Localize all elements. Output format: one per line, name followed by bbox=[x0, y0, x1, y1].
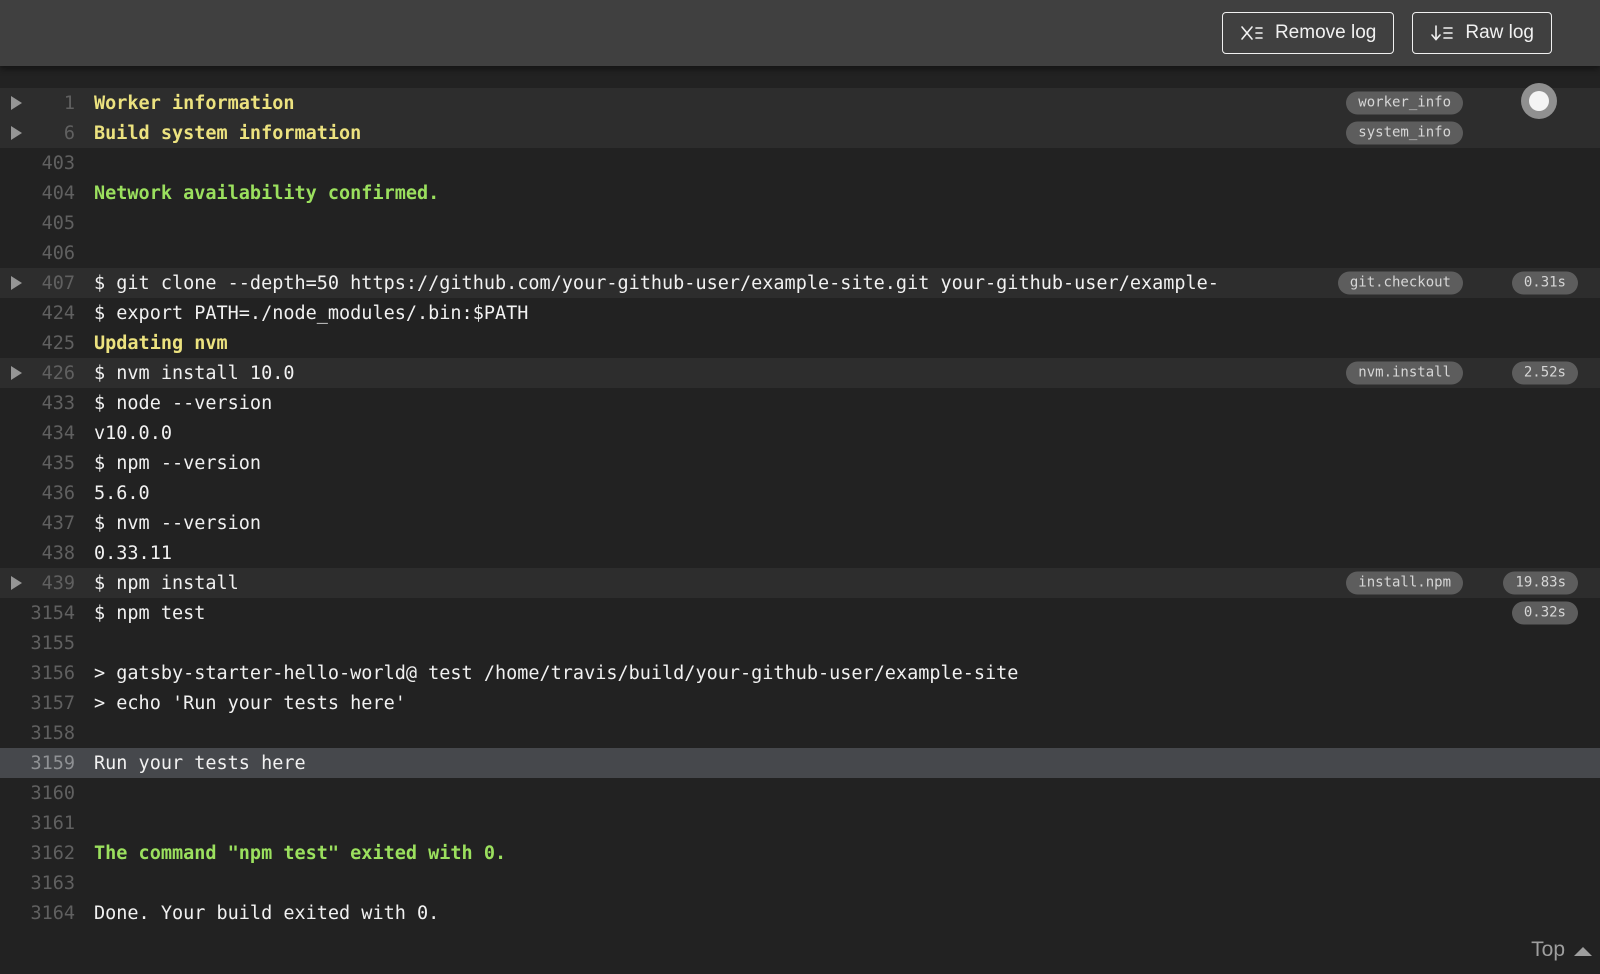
log-text: 5.6.0 bbox=[94, 482, 150, 504]
scroll-position-handle[interactable] bbox=[1521, 83, 1557, 119]
fold-toggle-icon[interactable] bbox=[11, 96, 22, 110]
log-line: 3159 Run your tests here bbox=[0, 748, 1600, 778]
log-line: 403 bbox=[0, 148, 1600, 178]
line-number[interactable]: 406 bbox=[0, 243, 75, 264]
log-line: 438 0.33.11 bbox=[0, 538, 1600, 568]
log-line: 3158 bbox=[0, 718, 1600, 748]
log-line: 3155 bbox=[0, 628, 1600, 658]
line-number[interactable]: 3156 bbox=[0, 663, 75, 684]
log-line: 3163 bbox=[0, 868, 1600, 898]
log-line: 6 Build system information system_info bbox=[0, 118, 1600, 148]
log-text: The command "npm test" exited with 0. bbox=[94, 842, 507, 864]
line-number[interactable]: 436 bbox=[0, 483, 75, 504]
scroll-to-top-link[interactable]: Top bbox=[1531, 938, 1592, 962]
log-line: 3161 bbox=[0, 808, 1600, 838]
log-text: $ export PATH=./node_modules/.bin:$PATH bbox=[94, 302, 529, 324]
step-tag-badge: git.checkout bbox=[1337, 271, 1463, 295]
raw-log-icon bbox=[1430, 24, 1454, 42]
line-number[interactable]: 3164 bbox=[0, 903, 75, 924]
log-text: $ nvm --version bbox=[94, 512, 262, 534]
log-line: 436 5.6.0 bbox=[0, 478, 1600, 508]
line-number[interactable]: 437 bbox=[0, 513, 75, 534]
log-text: $ node --version bbox=[94, 392, 273, 414]
log-text: $ npm test bbox=[94, 602, 206, 624]
fold-toggle-icon[interactable] bbox=[11, 366, 22, 380]
log-lines: 1 Worker information worker_info 6 Build… bbox=[0, 88, 1600, 928]
log-text: Network availability confirmed. bbox=[94, 182, 440, 204]
duration-badge: 2.52s bbox=[1511, 361, 1578, 385]
line-number[interactable]: 434 bbox=[0, 423, 75, 444]
scroll-dot-icon bbox=[1529, 91, 1549, 111]
duration-badge: 0.31s bbox=[1511, 271, 1578, 295]
log-text: Done. Your build exited with 0. bbox=[94, 902, 440, 924]
step-tag-badge: worker_info bbox=[1346, 91, 1463, 115]
log-text: > gatsby-starter-hello-world@ test /home… bbox=[94, 662, 1019, 684]
log-line: 3156 > gatsby-starter-hello-world@ test … bbox=[0, 658, 1600, 688]
fold-toggle-icon[interactable] bbox=[11, 576, 22, 590]
log-text: Run your tests here bbox=[94, 752, 306, 774]
log-line: 3157 > echo 'Run your tests here' bbox=[0, 688, 1600, 718]
line-number[interactable]: 3155 bbox=[0, 633, 75, 654]
log-line: 404 Network availability confirmed. bbox=[0, 178, 1600, 208]
log-line: 1 Worker information worker_info bbox=[0, 88, 1600, 118]
log-text: > echo 'Run your tests here' bbox=[94, 692, 406, 714]
fold-toggle-icon[interactable] bbox=[11, 126, 22, 140]
step-tag-badge: system_info bbox=[1346, 121, 1463, 145]
raw-log-button[interactable]: Raw log bbox=[1412, 12, 1552, 54]
step-tag-badge: install.npm bbox=[1346, 571, 1463, 595]
line-number[interactable]: 3159 bbox=[0, 753, 75, 774]
log-line: 3162 The command "npm test" exited with … bbox=[0, 838, 1600, 868]
line-number[interactable]: 405 bbox=[0, 213, 75, 234]
step-tag-badge: nvm.install bbox=[1346, 361, 1463, 385]
line-number[interactable]: 3158 bbox=[0, 723, 75, 744]
line-number[interactable]: 3157 bbox=[0, 693, 75, 714]
top-link-label: Top bbox=[1531, 938, 1565, 961]
remove-log-button[interactable]: Remove log bbox=[1221, 12, 1395, 54]
fold-toggle-icon[interactable] bbox=[11, 276, 22, 290]
arrow-up-icon bbox=[1574, 947, 1592, 956]
log-text: Updating nvm bbox=[94, 332, 228, 354]
raw-log-label: Raw log bbox=[1465, 22, 1534, 43]
line-number[interactable]: 438 bbox=[0, 543, 75, 564]
log-line: 437 $ nvm --version bbox=[0, 508, 1600, 538]
log-line: 3160 bbox=[0, 778, 1600, 808]
log-line: 407 $ git clone --depth=50 https://githu… bbox=[0, 268, 1600, 298]
log-text: 0.33.11 bbox=[94, 542, 172, 564]
log-toolbar: Remove log Raw log bbox=[0, 0, 1600, 66]
log-line: 439 $ npm install install.npm 19.83s bbox=[0, 568, 1600, 598]
line-number[interactable]: 424 bbox=[0, 303, 75, 324]
duration-badge: 0.32s bbox=[1511, 601, 1578, 625]
log-line: 426 $ nvm install 10.0 nvm.install 2.52s bbox=[0, 358, 1600, 388]
log-line: 3154 $ npm test 0.32s bbox=[0, 598, 1600, 628]
line-number[interactable]: 403 bbox=[0, 153, 75, 174]
log-text: v10.0.0 bbox=[94, 422, 172, 444]
line-number[interactable]: 435 bbox=[0, 453, 75, 474]
duration-badge: 19.83s bbox=[1503, 571, 1578, 595]
remove-log-icon bbox=[1240, 24, 1264, 42]
line-number[interactable]: 3154 bbox=[0, 603, 75, 624]
log-view: 1 Worker information worker_info 6 Build… bbox=[0, 66, 1600, 928]
log-text: $ npm --version bbox=[94, 452, 262, 474]
remove-log-label: Remove log bbox=[1274, 22, 1377, 43]
line-number[interactable]: 433 bbox=[0, 393, 75, 414]
line-number[interactable]: 404 bbox=[0, 183, 75, 204]
line-number[interactable]: 3163 bbox=[0, 873, 75, 894]
log-line: 425 Updating nvm bbox=[0, 328, 1600, 358]
line-number[interactable]: 425 bbox=[0, 333, 75, 354]
line-number[interactable]: 3162 bbox=[0, 843, 75, 864]
log-line: 435 $ npm --version bbox=[0, 448, 1600, 478]
log-line: 434 v10.0.0 bbox=[0, 418, 1600, 448]
log-line: 424 $ export PATH=./node_modules/.bin:$P… bbox=[0, 298, 1600, 328]
log-line: 3164 Done. Your build exited with 0. bbox=[0, 898, 1600, 928]
line-number[interactable]: 3161 bbox=[0, 813, 75, 834]
line-number[interactable]: 3160 bbox=[0, 783, 75, 804]
log-line: 405 bbox=[0, 208, 1600, 238]
log-line: 433 $ node --version bbox=[0, 388, 1600, 418]
log-line: 406 bbox=[0, 238, 1600, 268]
